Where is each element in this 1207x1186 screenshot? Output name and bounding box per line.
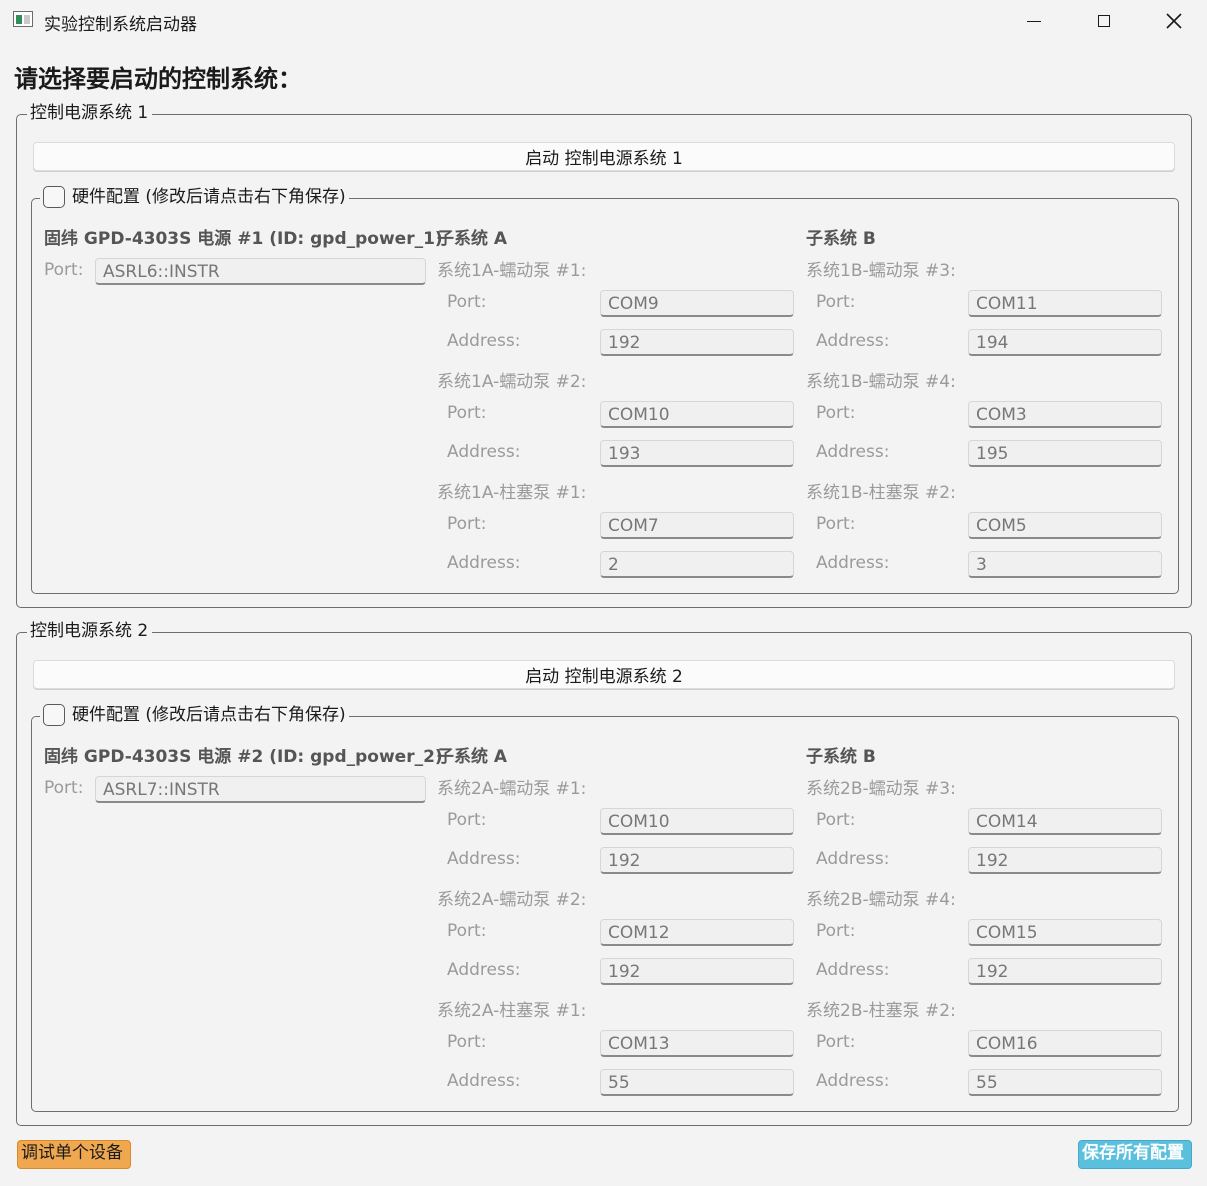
address-label: Address: [447, 442, 521, 462]
address-field[interactable]: 193 [600, 440, 794, 467]
port-label: Port: [816, 921, 856, 941]
power-port-field[interactable]: ASRL7::INSTR [95, 776, 426, 803]
port-label: Port: [447, 1032, 487, 1052]
hardware-config-checkbox[interactable] [43, 704, 65, 726]
hardware-config-label: 硬件配置 (修改后请点击右下角保存) [72, 705, 346, 725]
close-button[interactable] [1139, 0, 1207, 42]
port-field[interactable]: COM16 [968, 1030, 1162, 1057]
port-field[interactable]: COM15 [968, 919, 1162, 946]
window-title: 实验控制系统启动器 [44, 15, 197, 35]
subsystem-a-label: 子系统 A [437, 747, 508, 767]
address-label: Address: [447, 1071, 521, 1091]
port-field[interactable]: COM13 [600, 1030, 794, 1057]
address-field[interactable]: 55 [968, 1069, 1162, 1096]
subsystem-b-label: 子系统 B [806, 229, 876, 249]
power-port-label: Port: [44, 778, 84, 798]
port-field[interactable]: COM10 [600, 401, 794, 428]
port-field[interactable]: COM7 [600, 512, 794, 539]
address-field[interactable]: 194 [968, 329, 1162, 356]
close-icon [1166, 13, 1182, 29]
port-label: Port: [447, 514, 487, 534]
address-label: Address: [447, 960, 521, 980]
address-field[interactable]: 192 [600, 329, 794, 356]
debug-device-button[interactable]: 调试单个设备 [17, 1140, 131, 1169]
minimize-icon [1027, 20, 1041, 22]
port-label: Port: [447, 292, 487, 312]
subsystem-b-label: 子系统 B [806, 747, 876, 767]
address-label: Address: [816, 960, 890, 980]
address-label: Address: [447, 849, 521, 869]
device-name-label: 系统2A-蠕动泵 #1: [437, 779, 587, 799]
hardware-config-checkbox[interactable] [43, 186, 65, 208]
address-field[interactable]: 55 [600, 1069, 794, 1096]
port-label: Port: [816, 1032, 856, 1052]
address-field[interactable]: 192 [968, 847, 1162, 874]
minimize-button[interactable] [999, 0, 1069, 42]
device-name-label: 系统1A-蠕动泵 #2: [437, 372, 587, 392]
port-label: Port: [447, 921, 487, 941]
page-heading: 请选择要启动的控制系统： [14, 65, 302, 93]
system-group: 控制电源系统 1 启动 控制电源系统 1 硬件配置 (修改后请点击右下角保存) 固纬 … [16, 102, 1192, 608]
address-field[interactable]: 192 [968, 958, 1162, 985]
port-field[interactable]: COM11 [968, 290, 1162, 317]
maximize-icon [1098, 15, 1110, 27]
port-field[interactable]: COM3 [968, 401, 1162, 428]
device-name-label: 系统1B-柱塞泵 #2: [806, 483, 956, 503]
device-name-label: 系统2A-柱塞泵 #1: [437, 1001, 587, 1021]
port-label: Port: [447, 810, 487, 830]
power-port-label: Port: [44, 260, 84, 280]
address-label: Address: [447, 553, 521, 573]
device-name-label: 系统1B-蠕动泵 #4: [806, 372, 956, 392]
address-field[interactable]: 192 [600, 958, 794, 985]
device-name-label: 系统1A-蠕动泵 #1: [437, 261, 587, 281]
app-icon [13, 11, 33, 27]
device-name-label: 系统1A-柱塞泵 #1: [437, 483, 587, 503]
address-label: Address: [447, 331, 521, 351]
address-field[interactable]: 3 [968, 551, 1162, 578]
device-name-label: 系统2B-柱塞泵 #2: [806, 1001, 956, 1021]
system-group: 控制电源系统 2 启动 控制电源系统 2 硬件配置 (修改后请点击右下角保存) 固纬 … [16, 620, 1192, 1126]
port-label: Port: [816, 514, 856, 534]
title-bar: 实验控制系统启动器 [0, 0, 1207, 42]
device-name-label: 系统1B-蠕动泵 #3: [806, 261, 956, 281]
save-all-config-button[interactable]: 保存所有配置 [1078, 1140, 1192, 1169]
hardware-config-toggle[interactable]: 硬件配置 (修改后请点击右下角保存) [40, 703, 349, 727]
power-supply-label: 固纬 GPD-4303S 电源 #1 (ID: gpd_power_1) [44, 229, 443, 249]
port-field[interactable]: COM10 [600, 808, 794, 835]
address-field[interactable]: 2 [600, 551, 794, 578]
hardware-config-group: 硬件配置 (修改后请点击右下角保存) 固纬 GPD-4303S 电源 #2 (ID… [31, 703, 1179, 1112]
power-port-field[interactable]: ASRL6::INSTR [95, 258, 426, 285]
hardware-config-label: 硬件配置 (修改后请点击右下角保存) [72, 187, 346, 207]
power-supply-label: 固纬 GPD-4303S 电源 #2 (ID: gpd_power_2) [44, 747, 443, 767]
device-name-label: 系统2B-蠕动泵 #3: [806, 779, 956, 799]
port-field[interactable]: COM5 [968, 512, 1162, 539]
start-system-button[interactable]: 启动 控制电源系统 1 [33, 142, 1175, 171]
subsystem-a-label: 子系统 A [437, 229, 508, 249]
port-label: Port: [816, 403, 856, 423]
hardware-config-toggle[interactable]: 硬件配置 (修改后请点击右下角保存) [40, 185, 349, 209]
system-group-title: 控制电源系统 1 [27, 102, 153, 124]
port-field[interactable]: COM14 [968, 808, 1162, 835]
device-name-label: 系统2A-蠕动泵 #2: [437, 890, 587, 910]
address-field[interactable]: 192 [600, 847, 794, 874]
port-field[interactable]: COM9 [600, 290, 794, 317]
address-label: Address: [816, 331, 890, 351]
port-label: Port: [816, 810, 856, 830]
device-name-label: 系统2B-蠕动泵 #4: [806, 890, 956, 910]
system-group-title: 控制电源系统 2 [27, 620, 153, 642]
port-label: Port: [816, 292, 856, 312]
port-field[interactable]: COM12 [600, 919, 794, 946]
port-label: Port: [447, 403, 487, 423]
hardware-config-group: 硬件配置 (修改后请点击右下角保存) 固纬 GPD-4303S 电源 #1 (ID… [31, 185, 1179, 594]
address-label: Address: [816, 849, 890, 869]
address-label: Address: [816, 442, 890, 462]
address-field[interactable]: 195 [968, 440, 1162, 467]
address-label: Address: [816, 1071, 890, 1091]
maximize-button[interactable] [1069, 0, 1139, 42]
start-system-button[interactable]: 启动 控制电源系统 2 [33, 660, 1175, 689]
address-label: Address: [816, 553, 890, 573]
